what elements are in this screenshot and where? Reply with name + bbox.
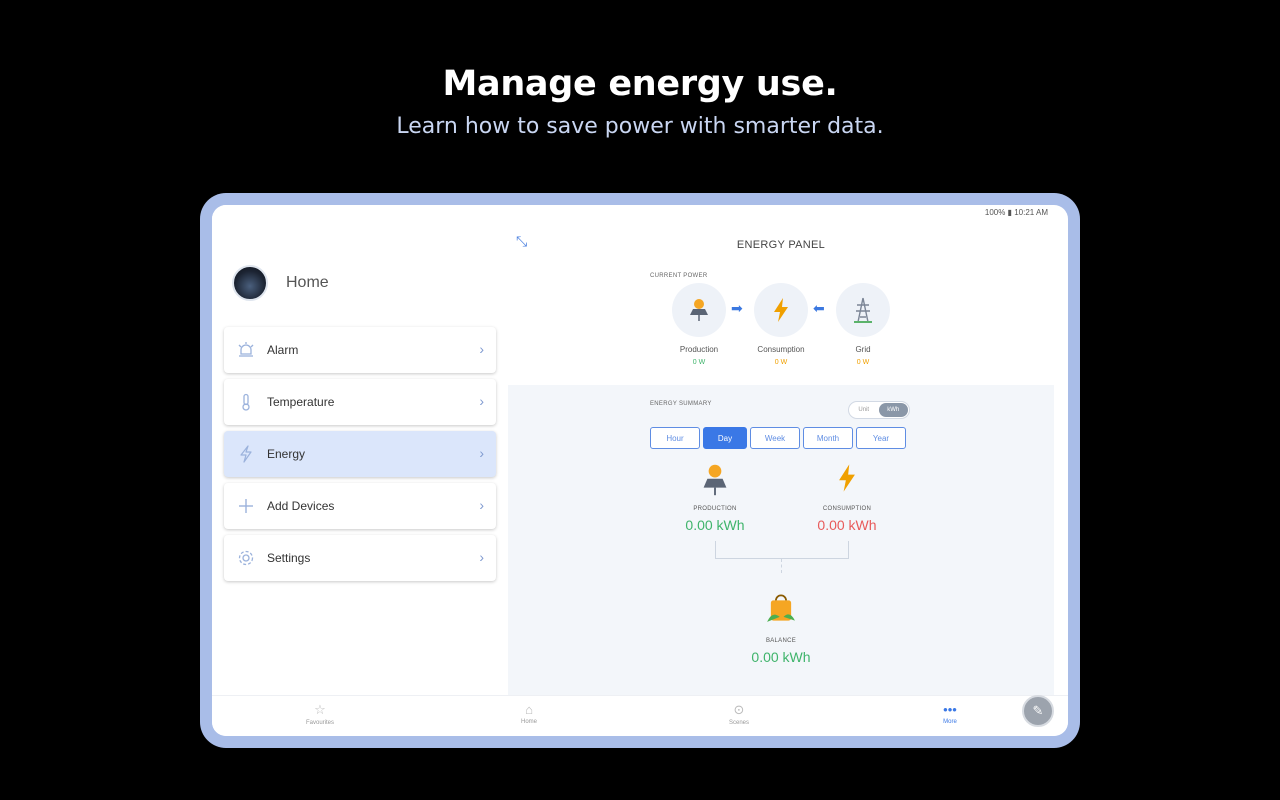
tablet-frame: 100% ▮ 10:21 AM Home Alarm › Temperature…	[200, 193, 1080, 748]
nav-home[interactable]: ⌂ Home	[499, 702, 559, 725]
home-label: Home	[286, 274, 329, 291]
balance-summary-label: BALANCE	[765, 638, 797, 644]
nav-favourites[interactable]: ☆ Favourites	[290, 702, 350, 726]
energy-summary-label: ENERGY SUMMARY	[650, 401, 712, 407]
arrow-right-icon: ➡	[731, 300, 743, 316]
period-selector: Hour Day Week Month Year	[650, 427, 906, 449]
balance-connector	[781, 559, 782, 573]
summary-connector	[715, 541, 849, 559]
edit-fab[interactable]: ✎	[1022, 695, 1054, 727]
nav-home-label: Home	[520, 719, 537, 725]
consumption-circle[interactable]	[754, 283, 808, 337]
unit-toggle[interactable]: Unit kWh	[848, 401, 910, 419]
sidebar-item-label: Add Devices	[267, 499, 335, 513]
energy-panel: ⤡ ENERGY PANEL CURRENT POWER ➡ ⬅ Product…	[508, 205, 1068, 695]
grid-flow-value: 0 W	[856, 359, 870, 366]
sidebar-item-temperature[interactable]: Temperature ›	[224, 379, 496, 425]
star-board-icon: ☆	[314, 702, 326, 717]
consumption-summary-icon	[830, 461, 864, 500]
nav-more[interactable]: ••• More	[920, 702, 980, 725]
grid-flow-label: Grid	[855, 345, 871, 354]
balance-summary-value: 0.00 kWh	[751, 649, 811, 665]
chevron-right-icon: ›	[479, 549, 484, 565]
nav-more-label: More	[943, 719, 957, 725]
unit-toggle-on[interactable]: kWh	[878, 403, 908, 417]
consumption-summary-label: CONSUMPTION	[822, 506, 872, 512]
play-circle-icon: ⊙	[733, 702, 745, 717]
stage: Manage energy use. Learn how to save pow…	[0, 0, 1280, 800]
unit-toggle-off[interactable]: Unit	[849, 407, 879, 413]
tablet-screen: 100% ▮ 10:21 AM Home Alarm › Temperature…	[212, 205, 1068, 736]
lightning-icon	[774, 298, 788, 322]
chevron-right-icon: ›	[479, 341, 484, 357]
production-circle[interactable]	[672, 283, 726, 337]
balance-icon	[762, 589, 800, 632]
production-flow-label: Production	[679, 345, 719, 354]
sidebar-item-alarm[interactable]: Alarm ›	[224, 327, 496, 373]
solar-panel-icon	[690, 299, 708, 321]
alarm-icon	[235, 339, 257, 361]
production-flow-value: 0 W	[692, 359, 706, 366]
chevron-right-icon: ›	[479, 445, 484, 461]
grid-circle[interactable]	[836, 283, 890, 337]
lightning-icon	[235, 443, 257, 465]
chevron-right-icon: ›	[479, 497, 484, 513]
shopping-bag-icon	[767, 594, 795, 622]
sidebar-item-label: Energy	[267, 447, 306, 461]
current-power-label: CURRENT POWER	[650, 273, 708, 279]
home-avatar	[232, 265, 268, 301]
lightning-icon	[839, 464, 855, 492]
sidebar-item-add-devices[interactable]: Add Devices ›	[224, 483, 496, 529]
house-icon: ⌂	[525, 702, 533, 717]
solar-panel-icon	[703, 464, 727, 496]
sidebar: Home Alarm › Temperature › Energy › Add …	[212, 205, 508, 695]
subline: Learn how to save power with smarter dat…	[396, 114, 884, 139]
consumption-flow-value: 0 W	[774, 359, 788, 366]
period-week-button[interactable]: Week	[750, 427, 800, 449]
headline: Manage energy use.	[442, 64, 838, 104]
sidebar-item-label: Temperature	[267, 395, 335, 409]
sidebar-item-settings[interactable]: Settings ›	[224, 535, 496, 581]
power-flow: ➡ ⬅ Production Consumption Grid 0 W 0 W …	[672, 283, 892, 383]
period-year-button[interactable]: Year	[856, 427, 906, 449]
period-day-button[interactable]: Day	[703, 427, 747, 449]
production-summary-icon	[696, 461, 734, 504]
home-header[interactable]: Home	[232, 265, 329, 301]
gear-icon	[235, 547, 257, 569]
power-tower-icon	[854, 297, 872, 323]
sidebar-menu: Alarm › Temperature › Energy › Add Devic…	[224, 327, 496, 587]
plus-icon	[235, 495, 257, 517]
thermometer-icon	[235, 391, 257, 413]
nav-scenes[interactable]: ⊙ Scenes	[709, 702, 769, 726]
panel-title: ENERGY PANEL	[736, 239, 826, 251]
period-month-button[interactable]: Month	[803, 427, 853, 449]
nav-scenes-label: Scenes	[728, 720, 749, 726]
sidebar-item-label: Settings	[267, 551, 311, 565]
period-hour-button[interactable]: Hour	[650, 427, 700, 449]
consumption-summary-value: 0.00 kWh	[817, 517, 877, 533]
production-summary-value: 0.00 kWh	[685, 517, 745, 533]
chevron-right-icon: ›	[479, 393, 484, 409]
more-dots-icon: •••	[943, 702, 957, 717]
sidebar-item-label: Alarm	[267, 343, 299, 357]
sidebar-item-energy[interactable]: Energy ›	[224, 431, 496, 477]
consumption-flow-label: Consumption	[757, 345, 805, 354]
bottom-navigation: ☆ Favourites ⌂ Home ⊙ Scenes ••• More	[212, 695, 1068, 736]
nav-favourites-label: Favourites	[305, 720, 334, 726]
arrow-left-icon: ⬅	[813, 300, 825, 316]
pencil-icon: ✎	[1032, 703, 1044, 718]
production-summary-label: PRODUCTION	[693, 506, 737, 512]
